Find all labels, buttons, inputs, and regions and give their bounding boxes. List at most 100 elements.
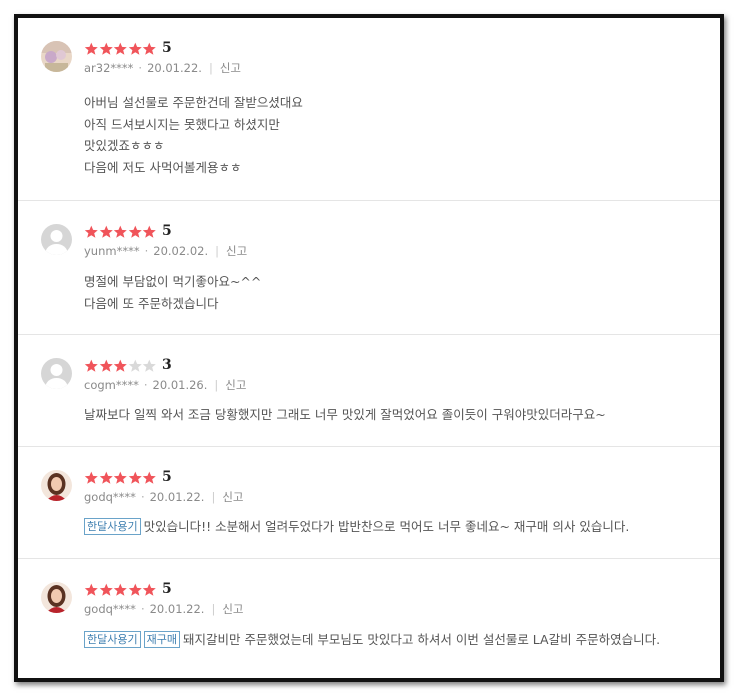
star-filled-icon (142, 41, 157, 55)
star-empty-icon (142, 358, 157, 372)
review-meta: cogm**** · 20.01.26. | 신고 (84, 377, 246, 393)
star-filled-icon (113, 224, 128, 238)
review-body: 한달사용기 맛있습니다!! 소분해서 얼려두었다가 밥반찬으로 먹어도 너무 좋네… (84, 516, 629, 538)
review-body: 아버님 설선물로 주문한건데 잘받으셨대요아직 드셔보시지는 못했다고 하셨지만… (84, 92, 303, 178)
review-text: 다음에 저도 사먹어볼게용ㅎㅎ (84, 159, 242, 175)
review-item: 5 yunm**** · 20.02.02. | 신고명절에 부담없이 먹기좋아요~^^ 다… (18, 201, 720, 335)
review-header: 5 yunm**** · 20.02.02. | 신고 (84, 222, 247, 259)
review-meta: godq**** · 20.01.22. | 신고 (84, 601, 244, 617)
star-filled-icon (142, 224, 157, 238)
meta-separator: · (138, 61, 143, 75)
star-filled-icon (84, 41, 99, 55)
star-filled-icon (99, 470, 114, 484)
star-filled-icon (128, 224, 143, 238)
star-rating (84, 470, 157, 484)
star-filled-icon (99, 224, 114, 238)
review-text-line: 다음에 또 주문하겠습니다 (84, 293, 261, 315)
report-link[interactable]: 신고 (222, 489, 243, 505)
review-item: 3 cogm**** · 20.01.26. | 신고 날짜보다 일찍 와서 조금 당황했지… (18, 335, 720, 447)
star-filled-icon (99, 582, 114, 596)
rating-score: 5 (161, 223, 172, 239)
review-text-line: 한달사용기 재구매 돼지갈비만 주문했었는데 부모님도 맛있다고 하셔서 이번 설선… (84, 629, 660, 651)
meta-divider: | (215, 244, 219, 258)
review-text-line: 날짜보다 일찍 와서 조금 당황했지만 그래도 너무 맛있게 잘먹었어요 졸이듯… (84, 404, 606, 426)
star-filled-icon (84, 358, 99, 372)
reviewer-username: cogm**** (84, 378, 139, 392)
review-meta: yunm**** · 20.02.02. | 신고 (84, 243, 247, 259)
profile-photo-icon (41, 41, 72, 72)
star-filled-icon (128, 470, 143, 484)
star-filled-icon (128, 582, 143, 596)
review-list-frame: 5 ar32**** · 20.01.22. | 신고 아버님 설선물로 주문한건데 잘받으… (14, 14, 724, 682)
review-header: 3 cogm**** · 20.01.26. | 신고 (84, 356, 246, 393)
star-filled-icon (142, 470, 157, 484)
star-rating (84, 358, 157, 372)
report-link[interactable]: 신고 (222, 601, 243, 617)
review-item: 5 godq**** · 20.01.22. | 신고한달사용기 맛있습니다!! 소분해서 … (18, 447, 720, 559)
report-link[interactable]: 신고 (220, 60, 241, 76)
review-item: 5 godq**** · 20.01.22. | 신고 한달사용기 재구매 돼지갈비만 주문했었… (18, 559, 720, 671)
review-text-line: 아직 드셔보시지는 못했다고 하셨지만 (84, 114, 303, 136)
rating-score: 3 (161, 357, 172, 373)
reviewer-username: ar32**** (84, 61, 134, 75)
rating-score: 5 (161, 469, 172, 485)
star-rating (84, 41, 157, 55)
star-empty-icon (128, 358, 143, 372)
star-filled-icon (142, 582, 157, 596)
review-text: 아직 드셔보시지는 못했다고 하셨지만 (84, 116, 280, 132)
meta-divider: | (211, 490, 216, 504)
review-body: 날짜보다 일찍 와서 조금 당황했지만 그래도 너무 맛있게 잘먹었어요 졸이듯… (84, 404, 606, 426)
review-item: 5 ar32**** · 20.01.22. | 신고 아버님 설선물로 주문한건데 잘받으… (18, 18, 720, 201)
star-filled-icon (84, 582, 99, 596)
reviewer-username: yunm**** (84, 244, 140, 258)
review-header: 5 ar32**** · 20.01.22. | 신고 (84, 39, 241, 76)
review-list: 5 ar32**** · 20.01.22. | 신고 아버님 설선물로 주문한건데 잘받으… (18, 18, 720, 671)
meta-separator: · (144, 244, 149, 258)
review-badge: 재구매 (143, 631, 180, 648)
meta-separator: · (140, 602, 145, 616)
star-filled-icon (113, 470, 128, 484)
review-meta: ar32**** · 20.01.22. | 신고 (84, 60, 241, 76)
review-body: 한달사용기 재구매 돼지갈비만 주문했었는데 부모님도 맛있다고 하셔서 이번 설선… (84, 629, 660, 651)
review-header: 5 godq**** · 20.01.22. | 신고 (84, 580, 244, 617)
default-user-icon (41, 358, 72, 389)
default-user-icon (41, 224, 72, 255)
review-body: 명절에 부담없이 먹기좋아요~^^ 다음에 또 주문하겠습니다 (84, 271, 261, 314)
report-link[interactable]: 신고 (226, 243, 247, 259)
star-filled-icon (99, 358, 114, 372)
review-date: 20.02.02. (153, 244, 209, 258)
review-text: 다음에 또 주문하겠습니다 (84, 295, 219, 311)
review-text-line: 명절에 부담없이 먹기좋아요~^^ (84, 271, 261, 293)
review-text-line: 맛있겠죠ㅎㅎㅎ (84, 135, 303, 157)
meta-divider: | (211, 602, 216, 616)
rating-score: 5 (161, 40, 172, 56)
star-rating (84, 582, 157, 596)
profile-photo-icon (41, 582, 72, 613)
review-meta: godq**** · 20.01.22. | 신고 (84, 489, 244, 505)
star-filled-icon (128, 41, 143, 55)
review-date: 20.01.22. (149, 602, 205, 616)
review-text-line: 한달사용기 맛있습니다!! 소분해서 얼려두었다가 밥반찬으로 먹어도 너무 좋네… (84, 516, 629, 538)
star-filled-icon (113, 358, 128, 372)
star-filled-icon (84, 470, 99, 484)
review-text-line: 아버님 설선물로 주문한건데 잘받으셨대요 (84, 92, 303, 114)
review-date: 20.01.22. (149, 490, 205, 504)
meta-separator: · (143, 378, 148, 392)
rating-score: 5 (161, 581, 172, 597)
star-filled-icon (113, 41, 128, 55)
reviewer-username: godq**** (84, 490, 136, 504)
profile-photo-icon (41, 470, 72, 501)
meta-separator: · (140, 490, 145, 504)
review-badge: 한달사용기 (84, 518, 141, 535)
review-badge: 한달사용기 (84, 631, 141, 648)
review-text: 맛있겠죠ㅎㅎㅎ (84, 138, 165, 153)
star-filled-icon (99, 41, 114, 55)
meta-divider: | (208, 61, 213, 75)
review-text: 돼지갈비만 주문했었는데 부모님도 맛있다고 하셔서 이번 설선물로 LA갈비 … (182, 632, 661, 647)
review-text-line: 다음에 저도 사먹어볼게용ㅎㅎ (84, 157, 303, 179)
review-text: 맛있습니다!! 소분해서 얼려두었다가 밥반찬으로 먹어도 너무 좋네요~ 재구… (143, 519, 630, 534)
report-link[interactable]: 신고 (225, 377, 246, 393)
review-header: 5 godq**** · 20.01.22. | 신고 (84, 468, 244, 505)
review-text: 날짜보다 일찍 와서 조금 당황했지만 그래도 너무 맛있게 잘먹었어요 졸이듯… (84, 407, 606, 422)
meta-divider: | (214, 378, 219, 392)
